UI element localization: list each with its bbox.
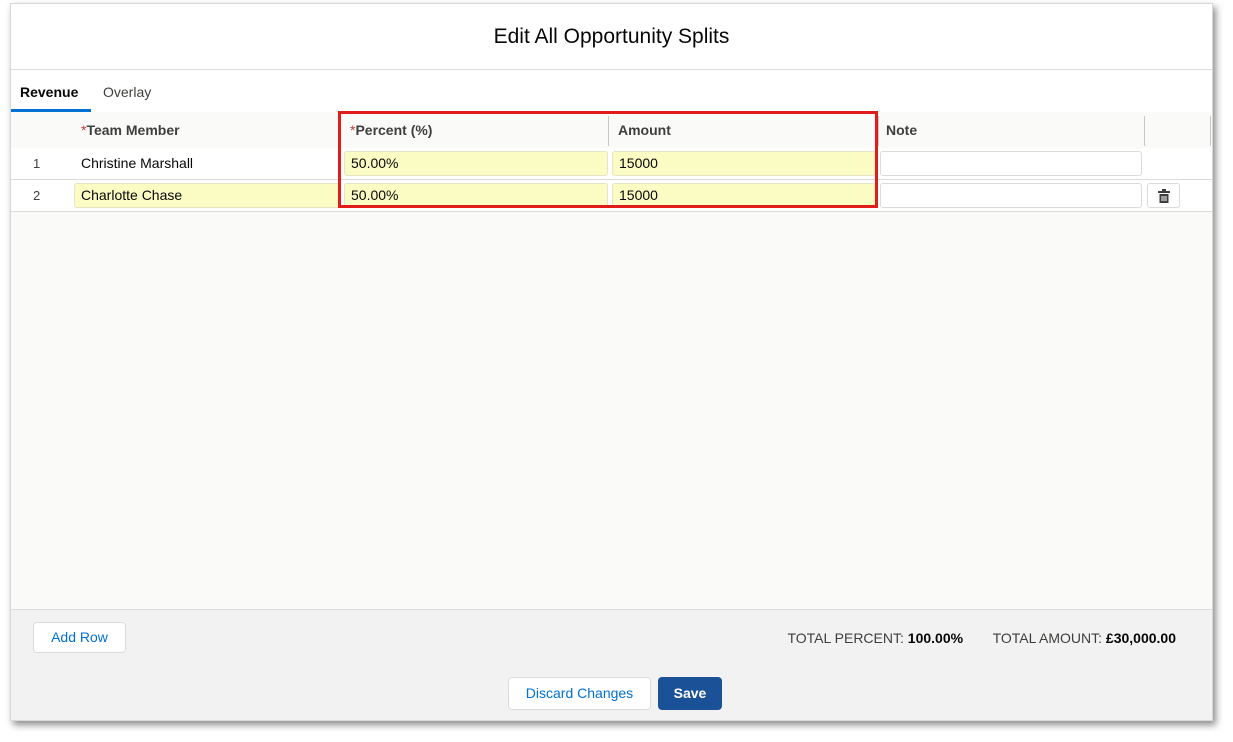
total-amount-value: £30,000.00: [1105, 630, 1176, 646]
split-type-tabs: Revenue Overlay: [11, 70, 1212, 113]
table-row: 1 Christine Marshall 50.00% 15000: [11, 148, 1212, 180]
column-divider: [608, 116, 609, 146]
note-field[interactable]: [880, 151, 1142, 176]
total-amount-label: TOTAL AMOUNT:: [992, 630, 1103, 646]
grid-footer: Add Row TOTAL PERCENT: 100.00% TOTAL AMO…: [11, 609, 1212, 664]
table-row: 2 Charlotte Chase 50.00% 15000: [11, 180, 1212, 212]
column-divider: [1210, 116, 1211, 146]
modal-title: Edit All Opportunity Splits: [493, 24, 730, 48]
splits-grid: *Team Member *Percent (%) Amount Note 1 …: [11, 111, 1212, 609]
row-number: 2: [33, 188, 41, 203]
total-percent-label: TOTAL PERCENT:: [787, 630, 904, 646]
percent-field[interactable]: 50.00%: [344, 151, 608, 176]
tab-overlay[interactable]: Overlay: [103, 84, 151, 100]
column-header-team-member[interactable]: *Team Member: [81, 112, 180, 148]
edit-splits-modal: Edit All Opportunity Splits Revenue Over…: [10, 3, 1213, 721]
percent-field[interactable]: 50.00%: [344, 183, 608, 208]
trash-icon: [1157, 188, 1170, 203]
row-number: 1: [33, 156, 41, 171]
note-field[interactable]: [880, 183, 1142, 208]
total-percent-value: 100.00%: [907, 630, 964, 646]
column-label: Team Member: [86, 122, 180, 138]
modal-footer: Discard Changes Save: [11, 663, 1212, 720]
add-row-button[interactable]: Add Row: [33, 622, 126, 653]
team-member-field[interactable]: Charlotte Chase: [74, 183, 340, 208]
grid-header: *Team Member *Percent (%) Amount Note: [11, 112, 1212, 149]
column-divider: [878, 116, 879, 146]
modal-header: Edit All Opportunity Splits: [11, 4, 1212, 70]
amount-field[interactable]: 15000: [612, 151, 876, 176]
totals-summary: TOTAL PERCENT: 100.00% TOTAL AMOUNT: £30…: [787, 630, 1176, 646]
column-header-note[interactable]: Note: [886, 112, 917, 148]
column-label: Percent (%): [355, 122, 433, 138]
team-member-cell[interactable]: Christine Marshall: [81, 155, 193, 171]
amount-field[interactable]: 15000: [612, 183, 876, 208]
tab-revenue[interactable]: Revenue: [20, 84, 78, 100]
save-button[interactable]: Save: [658, 677, 722, 710]
discard-changes-button[interactable]: Discard Changes: [508, 677, 651, 710]
column-divider: [1144, 116, 1145, 146]
column-header-amount[interactable]: Amount: [618, 112, 671, 148]
delete-row-button[interactable]: [1147, 183, 1180, 208]
column-header-percent[interactable]: *Percent (%): [350, 112, 432, 148]
